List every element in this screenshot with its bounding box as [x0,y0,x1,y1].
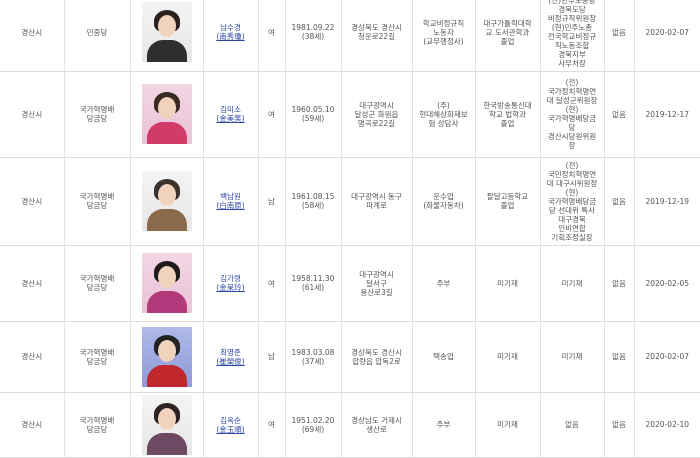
gender-cell: 여 [257,0,285,72]
table-row: 경산시 민중당 남수경 (南秀瓊) 여 1981.09.22 (38세) 경상북도 경산시 … [0,0,700,72]
address-cell: 대구광역시 달성군 화원읍 명곡로22길 [340,71,412,158]
criminal-record-cell: 없음 [603,321,634,393]
job-cell: 택송업 [411,321,475,393]
career-cell: (전) 국가정치혁명연 대 달성군위원장 (현) 국가혁명배당금 당 경산시당원… [539,71,604,158]
party-cell: 국가혁명배 당금당 [63,321,130,393]
candidate-photo[interactable] [141,84,192,144]
candidate-hanja-link[interactable]: (白南原) [206,201,256,210]
career-cell: 미기재 [539,321,604,393]
address-cell: 경상남도 거제시 생산로 [340,392,412,458]
job-cell: 주부 [411,392,475,458]
address-cell: 대구광역시 동구 파계로 [340,157,412,246]
registration-date-cell: 2020-02-07 [633,321,700,393]
table-row: 경산시 국가혁명배 당금당 김가령 (金呆玲) 여 1958.11.30 (61세) 대구광… [0,245,700,322]
candidate-photo[interactable] [141,171,192,231]
region-cell: 경산시 [0,71,64,158]
career-cell: 없음 [539,392,604,458]
birth-cell: 1981.09.22 (38세) [284,0,341,72]
candidate-hanja-link[interactable]: (南秀瓊) [206,32,256,41]
education-cell: 미기재 [474,392,540,458]
birth-cell: 1951.02.20 (69세) [284,392,341,458]
job-cell: 주부 [411,245,475,322]
table-row: 경산시 국가혁명배 당금당 최영준 (崔榮俊) 남 1983.03.08 (37세) 경상북… [0,321,700,393]
candidate-name-link[interactable]: 김미소 [206,105,256,114]
birth-cell: 1958.11.30 (61세) [284,245,341,322]
candidate-name-link[interactable]: 백남원 [206,192,256,201]
birth-cell: 1983.03.08 (37세) [284,321,341,393]
criminal-record-cell: 없음 [603,245,634,322]
registration-date-cell: 2020-02-10 [633,392,700,458]
gender-cell: 남 [257,157,285,246]
photo-cell [129,245,203,322]
career-cell: 미기재 [539,245,604,322]
candidate-hanja-link[interactable]: (金美笑) [206,114,256,123]
candidate-name-link[interactable]: 김옥순 [206,416,256,425]
birth-cell: 1961.08.15 (58세) [284,157,341,246]
criminal-record-cell: 없음 [603,71,634,158]
photo-cell [129,157,203,246]
region-cell: 경산시 [0,392,64,458]
address-cell: 대구광역시 달서구 용산로3길 [340,245,412,322]
photo-cell [129,71,203,158]
candidate-name-link[interactable]: 최영준 [206,348,256,357]
career-cell: (전) 국민정치혁명연 대 대구시위원장 (현) 국가혁명배당금 당 선대위 특… [539,157,604,246]
party-cell: 국가혁명배 당금당 [63,71,130,158]
name-cell[interactable]: 백남원 (白南原) [202,157,258,246]
region-cell: 경산시 [0,245,64,322]
candidate-name-link[interactable]: 남수경 [206,23,256,32]
photo-cell [129,0,203,72]
region-cell: 경산시 [0,157,64,246]
gender-cell: 여 [257,245,285,322]
education-cell: 미기재 [474,321,540,393]
candidate-photo[interactable] [141,253,192,313]
photo-cell [129,392,203,458]
party-cell: 국가혁명배 당금당 [63,392,130,458]
region-cell: 경산시 [0,321,64,393]
registration-date-cell: 2019-12-17 [633,71,700,158]
gender-cell: 남 [257,321,285,393]
job-cell: 운수업 (화물자동차) [411,157,475,246]
party-cell: 민중당 [63,0,130,72]
registration-date-cell: 2020-02-07 [633,0,700,72]
name-cell[interactable]: 김가령 (金呆玲) [202,245,258,322]
candidate-hanja-link[interactable]: (崔榮俊) [206,357,256,366]
address-cell: 경상북도 경산시 청운로22길 [340,0,412,72]
job-cell: 학교비정규직 노동자 (교무행정사) [411,0,475,72]
name-cell[interactable]: 김미소 (金美笑) [202,71,258,158]
region-cell: 경산시 [0,0,64,72]
candidate-name-link[interactable]: 김가령 [206,274,256,283]
party-cell: 국가혁명배 당금당 [63,245,130,322]
name-cell[interactable]: 남수경 (南秀瓊) [202,0,258,72]
candidate-hanja-link[interactable]: (金呆玲) [206,283,256,292]
registration-date-cell: 2020-02-05 [633,245,700,322]
education-cell: 미기재 [474,245,540,322]
name-cell[interactable]: 최영준 (崔榮俊) [202,321,258,393]
candidate-photo[interactable] [141,2,192,63]
table-row: 경산시 국가혁명배 당금당 김미소 (金美笑) 여 1960.05.10 (59세) 대구광… [0,71,700,158]
photo-cell [129,321,203,393]
job-cell: (주) 현대해상화재보 험 상담사 [411,71,475,158]
candidate-table: 경산시 민중당 남수경 (南秀瓊) 여 1981.09.22 (38세) 경상북도 경산시 … [0,0,700,458]
career-cell: (전)민주노총당 경북도당 비정규직위원장 (현)민주노총 전국학교비정규 직노… [539,0,604,72]
education-cell: 한국방송통신대 학교 법학과 졸업 [474,71,540,158]
table-row: 경산시 국가혁명배 당금당 백남원 (白南原) 남 1961.08.15 (58세) 대구광… [0,157,700,246]
criminal-record-cell: 없음 [603,0,634,72]
registration-date-cell: 2019-12-19 [633,157,700,246]
party-cell: 국가혁명배 당금당 [63,157,130,246]
candidate-hanja-link[interactable]: (金玉順) [206,425,256,434]
candidate-photo[interactable] [141,326,192,387]
education-cell: 팔달고등학교 졸업 [474,157,540,246]
criminal-record-cell: 없음 [603,157,634,246]
criminal-record-cell: 없음 [603,392,634,458]
gender-cell: 여 [257,71,285,158]
name-cell[interactable]: 김옥순 (金玉順) [202,392,258,458]
education-cell: 대구가톨릭대학 교 도서관학과 졸업 [474,0,540,72]
gender-cell: 여 [257,392,285,458]
address-cell: 경상북도 경산시 압량읍 압독2로 [340,321,412,393]
birth-cell: 1960.05.10 (59세) [284,71,341,158]
table-row: 경산시 국가혁명배 당금당 김옥순 (金玉順) 여 1951.02.20 (69세) 경상남… [0,392,700,458]
